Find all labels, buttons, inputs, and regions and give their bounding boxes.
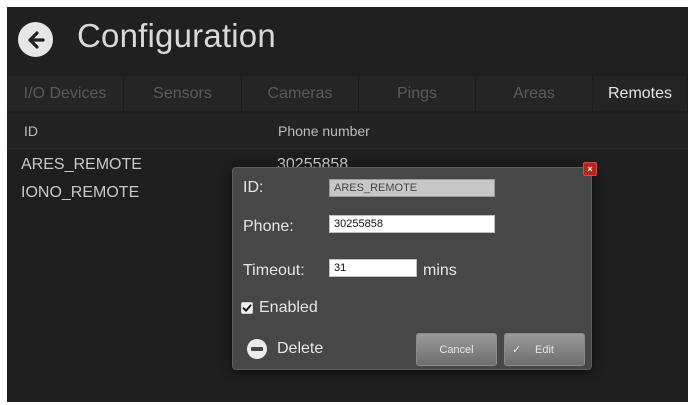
tab-pings[interactable]: Pings [359, 76, 476, 111]
tab-sensors[interactable]: Sensors [124, 76, 242, 111]
timeout-field[interactable] [329, 259, 417, 277]
column-header-phone[interactable]: Phone number [278, 123, 370, 139]
page-title: Configuration [77, 17, 276, 54]
minus-circle-icon [247, 339, 267, 359]
tab-bar: I/O Devices Sensors Cameras Pings Areas … [7, 76, 688, 111]
enabled-label: Enabled [259, 299, 318, 316]
edit-button[interactable]: ✓ Edit [504, 333, 585, 366]
enabled-checkbox[interactable] [241, 302, 253, 314]
tab-cameras[interactable]: Cameras [242, 76, 359, 111]
tab-areas[interactable]: Areas [476, 76, 593, 111]
header-bar: Configuration [7, 7, 688, 73]
tab-remotes[interactable]: Remotes [593, 76, 688, 111]
enabled-toggle[interactable]: Enabled [241, 299, 318, 317]
row-id: ARES_REMOTE [21, 156, 142, 173]
tab-io-devices[interactable]: I/O Devices [7, 76, 124, 111]
edit-remote-dialog: × ID: Phone: Timeout: mins Enabled Delet… [232, 162, 597, 370]
back-button[interactable] [18, 22, 53, 57]
app-window: Configuration I/O Devices Sensors Camera… [7, 7, 688, 402]
checkmark-icon [242, 304, 252, 312]
timeout-unit-label: mins [423, 262, 457, 279]
timeout-label: Timeout: [243, 262, 305, 279]
row-id: IONO_REMOTE [21, 184, 140, 201]
delete-button[interactable]: Delete [247, 339, 323, 359]
id-field[interactable] [329, 179, 495, 197]
phone-label: Phone: [243, 218, 294, 235]
id-label: ID: [243, 179, 264, 196]
phone-field[interactable] [329, 215, 495, 233]
cancel-button[interactable]: Cancel [416, 333, 497, 366]
delete-label: Delete [277, 340, 324, 357]
table-header: ID Phone number [7, 113, 688, 149]
edit-label: Edit [535, 343, 554, 356]
column-header-id[interactable]: ID [24, 123, 38, 139]
close-button[interactable]: × [583, 162, 597, 176]
arrow-left-circle-icon [27, 30, 45, 49]
check-icon: ✓ [512, 344, 522, 356]
